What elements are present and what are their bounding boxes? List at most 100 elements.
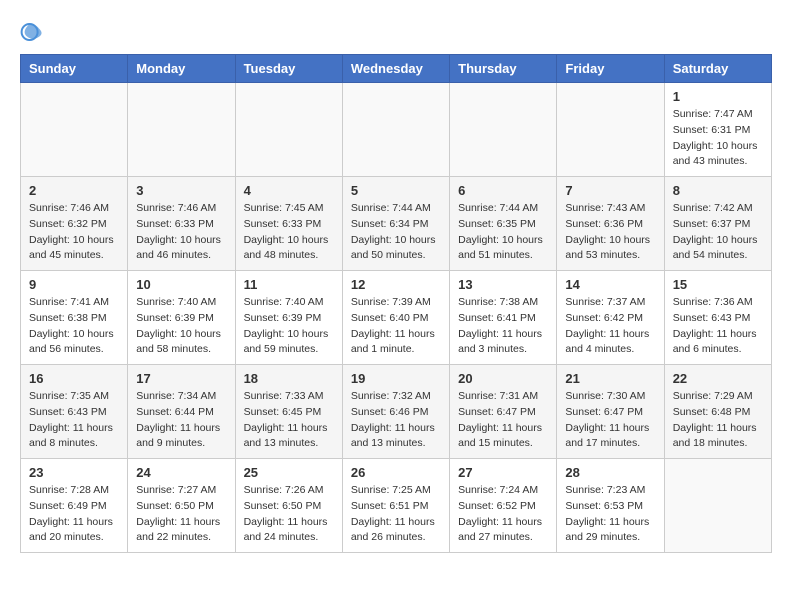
- day-number: 21: [565, 371, 655, 386]
- calendar-cell: 22 Sunrise: 7:29 AM Sunset: 6:48 PM Dayli…: [664, 365, 771, 459]
- day-number: 16: [29, 371, 119, 386]
- calendar-cell: 1 Sunrise: 7:47 AM Sunset: 6:31 PM Daylig…: [664, 83, 771, 177]
- calendar-cell: 20Sunrise: 7:31 AM Sunset: 6:47 PM Dayli…: [450, 365, 557, 459]
- calendar-cell: 18 Sunrise: 7:33 AM Sunset: 6:45 PM Dayli…: [235, 365, 342, 459]
- calendar-cell: [235, 83, 342, 177]
- weekday-header: Monday: [128, 55, 235, 83]
- day-number: 8: [673, 183, 763, 198]
- day-number: 9: [29, 277, 119, 292]
- calendar-cell: 16 Sunrise: 7:35 AM Sunset: 6:43 PM Dayli…: [21, 365, 128, 459]
- day-number: 22: [673, 371, 763, 386]
- calendar-cell: 23 Sunrise: 7:28 AM Sunset: 6:49 PM Dayli…: [21, 459, 128, 553]
- day-number: 19: [351, 371, 441, 386]
- calendar-week-row: 1 Sunrise: 7:47 AM Sunset: 6:31 PM Daylig…: [21, 83, 772, 177]
- day-number: 4: [244, 183, 334, 198]
- day-info: Sunrise: 7:46 AM Sunset: 6:32 PM Dayligh…: [29, 201, 119, 264]
- day-number: 27: [458, 465, 548, 480]
- day-number: 2: [29, 183, 119, 198]
- calendar-cell: 27 Sunrise: 7:24 AM Sunset: 6:52 PM Dayli…: [450, 459, 557, 553]
- day-info: Sunrise: 7:24 AM Sunset: 6:52 PM Dayligh…: [458, 483, 548, 546]
- calendar-cell: [128, 83, 235, 177]
- calendar-week-row: 9 Sunrise: 7:41 AM Sunset: 6:38 PM Daylig…: [21, 271, 772, 365]
- weekday-header: Saturday: [664, 55, 771, 83]
- day-number: 24: [136, 465, 226, 480]
- calendar-cell: 4 Sunrise: 7:45 AM Sunset: 6:33 PM Daylig…: [235, 177, 342, 271]
- weekday-header: Friday: [557, 55, 664, 83]
- day-info: Sunrise: 7:33 AM Sunset: 6:45 PM Dayligh…: [244, 389, 334, 452]
- calendar-cell: 10 Sunrise: 7:40 AM Sunset: 6:39 PM Dayli…: [128, 271, 235, 365]
- day-info: Sunrise: 7:29 AM Sunset: 6:48 PM Dayligh…: [673, 389, 763, 452]
- calendar-cell: 12 Sunrise: 7:39 AM Sunset: 6:40 PM Dayli…: [342, 271, 449, 365]
- calendar-cell: 9 Sunrise: 7:41 AM Sunset: 6:38 PM Daylig…: [21, 271, 128, 365]
- day-info: Sunrise: 7:37 AM Sunset: 6:42 PM Dayligh…: [565, 295, 655, 358]
- day-number: 6: [458, 183, 548, 198]
- calendar-cell: 26 Sunrise: 7:25 AM Sunset: 6:51 PM Dayli…: [342, 459, 449, 553]
- day-number: 12: [351, 277, 441, 292]
- calendar-cell: 2 Sunrise: 7:46 AM Sunset: 6:32 PM Daylig…: [21, 177, 128, 271]
- calendar-cell: 24 Sunrise: 7:27 AM Sunset: 6:50 PM Dayli…: [128, 459, 235, 553]
- day-info: Sunrise: 7:40 AM Sunset: 6:39 PM Dayligh…: [136, 295, 226, 358]
- day-info: Sunrise: 7:45 AM Sunset: 6:33 PM Dayligh…: [244, 201, 334, 264]
- logo: [20, 20, 48, 44]
- calendar-cell: [664, 459, 771, 553]
- calendar-week-row: 16 Sunrise: 7:35 AM Sunset: 6:43 PM Dayli…: [21, 365, 772, 459]
- calendar-cell: 13Sunrise: 7:38 AM Sunset: 6:41 PM Dayli…: [450, 271, 557, 365]
- day-number: 23: [29, 465, 119, 480]
- day-info: Sunrise: 7:47 AM Sunset: 6:31 PM Dayligh…: [673, 107, 763, 170]
- day-info: Sunrise: 7:23 AM Sunset: 6:53 PM Dayligh…: [565, 483, 655, 546]
- day-number: 18: [244, 371, 334, 386]
- calendar-cell: 21 Sunrise: 7:30 AM Sunset: 6:47 PM Dayli…: [557, 365, 664, 459]
- day-number: 17: [136, 371, 226, 386]
- day-number: 3: [136, 183, 226, 198]
- day-number: 10: [136, 277, 226, 292]
- calendar-week-row: 23 Sunrise: 7:28 AM Sunset: 6:49 PM Dayli…: [21, 459, 772, 553]
- calendar-week-row: 2 Sunrise: 7:46 AM Sunset: 6:32 PM Daylig…: [21, 177, 772, 271]
- day-info: Sunrise: 7:41 AM Sunset: 6:38 PM Dayligh…: [29, 295, 119, 358]
- weekday-header: Sunday: [21, 55, 128, 83]
- day-info: Sunrise: 7:40 AM Sunset: 6:39 PM Dayligh…: [244, 295, 334, 358]
- calendar-cell: 8 Sunrise: 7:42 AM Sunset: 6:37 PM Daylig…: [664, 177, 771, 271]
- calendar-cell: 7 Sunrise: 7:43 AM Sunset: 6:36 PM Daylig…: [557, 177, 664, 271]
- calendar-cell: 17 Sunrise: 7:34 AM Sunset: 6:44 PM Dayli…: [128, 365, 235, 459]
- weekday-header: Tuesday: [235, 55, 342, 83]
- day-number: 20: [458, 371, 548, 386]
- calendar-cell: 14 Sunrise: 7:37 AM Sunset: 6:42 PM Dayli…: [557, 271, 664, 365]
- day-info: Sunrise: 7:27 AM Sunset: 6:50 PM Dayligh…: [136, 483, 226, 546]
- calendar-cell: 25Sunrise: 7:26 AM Sunset: 6:50 PM Dayli…: [235, 459, 342, 553]
- logo-icon: [20, 20, 44, 44]
- calendar-cell: [557, 83, 664, 177]
- day-info: Sunrise: 7:34 AM Sunset: 6:44 PM Dayligh…: [136, 389, 226, 452]
- page-header: [20, 20, 772, 44]
- calendar-cell: [342, 83, 449, 177]
- calendar-cell: 19 Sunrise: 7:32 AM Sunset: 6:46 PM Dayli…: [342, 365, 449, 459]
- calendar-cell: [21, 83, 128, 177]
- calendar-cell: 15 Sunrise: 7:36 AM Sunset: 6:43 PM Dayli…: [664, 271, 771, 365]
- calendar-cell: 6 Sunrise: 7:44 AM Sunset: 6:35 PM Daylig…: [450, 177, 557, 271]
- day-number: 5: [351, 183, 441, 198]
- day-info: Sunrise: 7:44 AM Sunset: 6:35 PM Dayligh…: [458, 201, 548, 264]
- day-number: 1: [673, 89, 763, 104]
- day-info: Sunrise: 7:35 AM Sunset: 6:43 PM Dayligh…: [29, 389, 119, 452]
- calendar-table: SundayMondayTuesdayWednesdayThursdayFrid…: [20, 54, 772, 553]
- day-info: Sunrise: 7:44 AM Sunset: 6:34 PM Dayligh…: [351, 201, 441, 264]
- day-info: Sunrise: 7:32 AM Sunset: 6:46 PM Dayligh…: [351, 389, 441, 452]
- day-info: Sunrise: 7:36 AM Sunset: 6:43 PM Dayligh…: [673, 295, 763, 358]
- day-info: Sunrise: 7:25 AM Sunset: 6:51 PM Dayligh…: [351, 483, 441, 546]
- day-info: Sunrise: 7:43 AM Sunset: 6:36 PM Dayligh…: [565, 201, 655, 264]
- day-number: 11: [244, 277, 334, 292]
- day-info: Sunrise: 7:42 AM Sunset: 6:37 PM Dayligh…: [673, 201, 763, 264]
- day-info: Sunrise: 7:26 AM Sunset: 6:50 PM Dayligh…: [244, 483, 334, 546]
- weekday-header: Wednesday: [342, 55, 449, 83]
- day-number: 15: [673, 277, 763, 292]
- day-info: Sunrise: 7:39 AM Sunset: 6:40 PM Dayligh…: [351, 295, 441, 358]
- day-number: 7: [565, 183, 655, 198]
- day-number: 14: [565, 277, 655, 292]
- calendar-cell: [450, 83, 557, 177]
- calendar-cell: 5 Sunrise: 7:44 AM Sunset: 6:34 PM Daylig…: [342, 177, 449, 271]
- day-info: Sunrise: 7:46 AM Sunset: 6:33 PM Dayligh…: [136, 201, 226, 264]
- day-info: Sunrise: 7:30 AM Sunset: 6:47 PM Dayligh…: [565, 389, 655, 452]
- calendar-cell: 28Sunrise: 7:23 AM Sunset: 6:53 PM Dayli…: [557, 459, 664, 553]
- day-number: 26: [351, 465, 441, 480]
- calendar-cell: 3 Sunrise: 7:46 AM Sunset: 6:33 PM Daylig…: [128, 177, 235, 271]
- day-info: Sunrise: 7:28 AM Sunset: 6:49 PM Dayligh…: [29, 483, 119, 546]
